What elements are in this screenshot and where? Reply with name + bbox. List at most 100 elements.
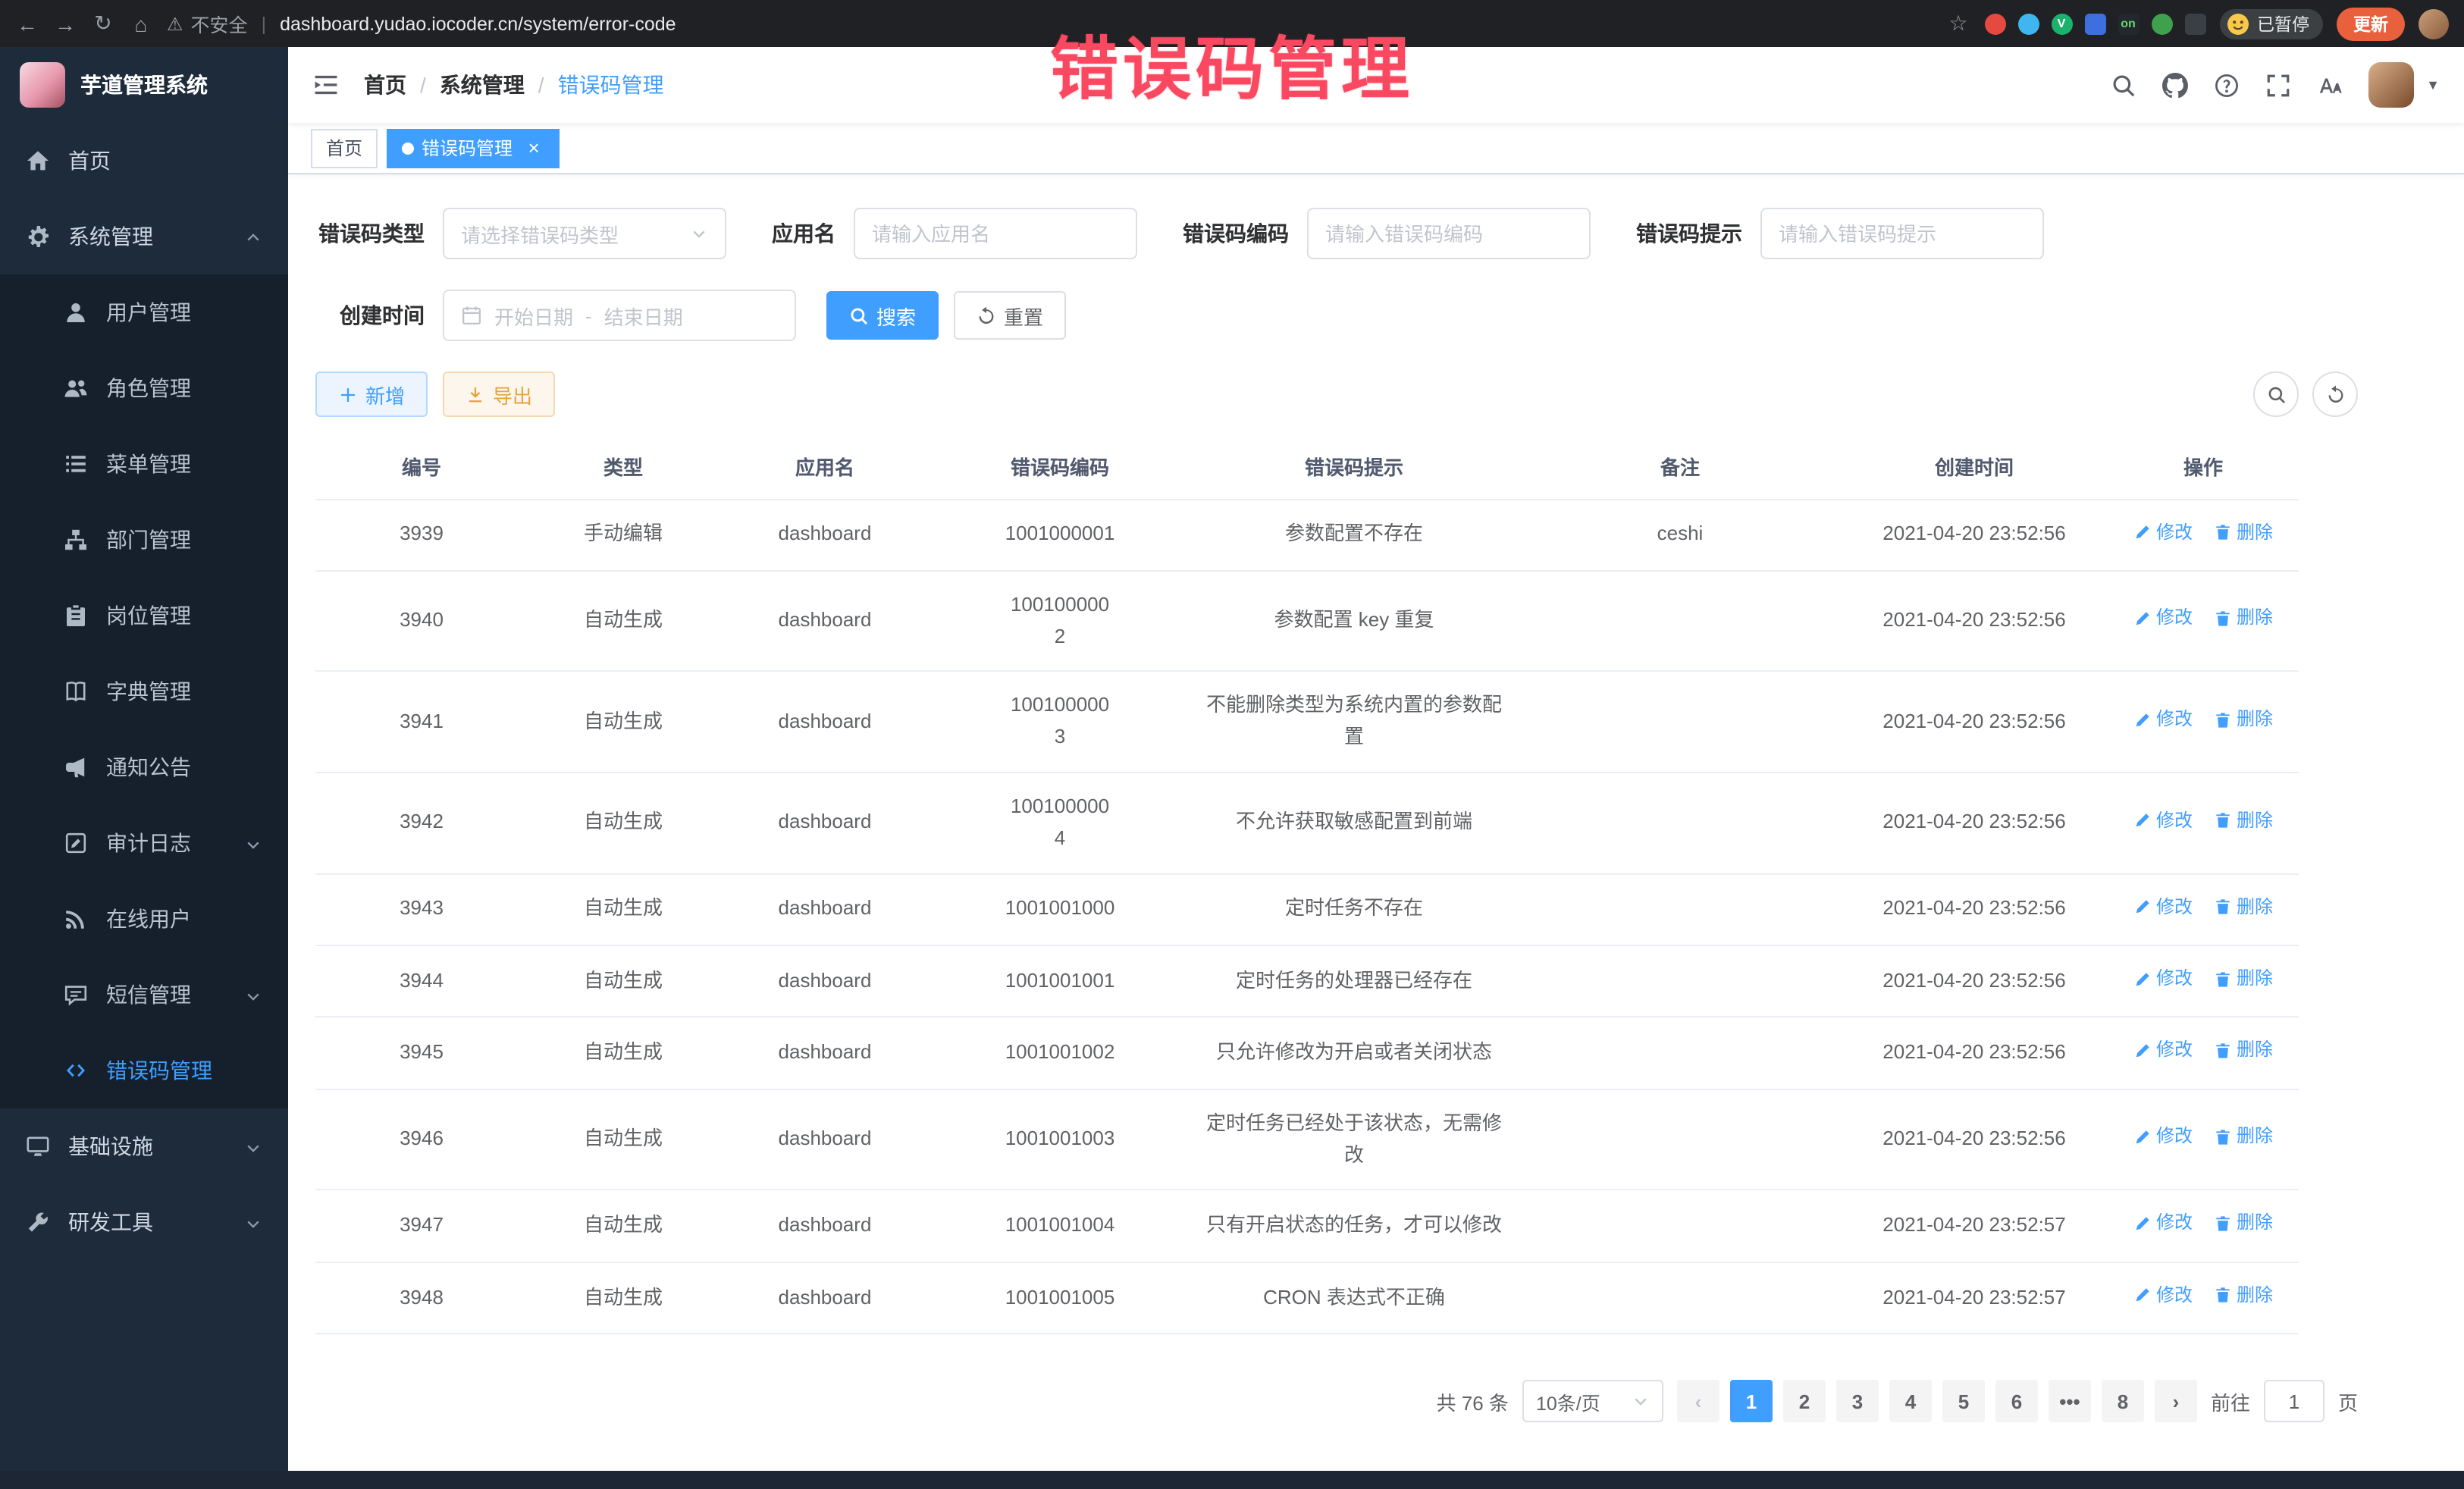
export-button[interactable]: 导出 (443, 371, 555, 417)
sidebar-item-notice[interactable]: 通知公告 (0, 729, 288, 805)
github-icon[interactable] (2162, 72, 2188, 98)
extension-green-v[interactable]: V (2051, 13, 2072, 34)
tab-首页[interactable]: 首页 (311, 128, 378, 168)
active-dot-icon (402, 142, 414, 154)
extension-grid[interactable] (2084, 13, 2105, 34)
toggle-search-button[interactable] (2253, 371, 2299, 417)
edit-link[interactable]: 修改 (2133, 806, 2193, 835)
delete-link[interactable]: 删除 (2214, 1123, 2273, 1152)
edit-link[interactable]: 修改 (2133, 705, 2193, 734)
browser-refresh-icon[interactable]: ↻ (91, 11, 115, 36)
sidebar-item-infra[interactable]: 基础设施 (0, 1108, 288, 1184)
column-header[interactable]: 操作 (2108, 435, 2299, 499)
column-header[interactable]: 类型 (528, 435, 719, 499)
edit-link[interactable]: 修改 (2133, 1281, 2193, 1310)
sidebar-item-menu[interactable]: 菜单管理 (0, 426, 288, 502)
badge-icon (64, 603, 88, 628)
extension-on-badge[interactable]: on (2118, 13, 2139, 34)
column-header[interactable]: 错误码提示 (1189, 435, 1519, 499)
browser-forward-icon[interactable]: → (53, 11, 77, 36)
delete-link[interactable]: 删除 (2214, 705, 2273, 734)
delete-link[interactable]: 删除 (2214, 1036, 2273, 1065)
extension-red[interactable] (1984, 13, 2005, 34)
app-logo[interactable]: 芋道管理系统 (0, 47, 288, 123)
bookmark-star-icon[interactable]: ☆ (1946, 11, 1970, 36)
app-name-input[interactable] (854, 208, 1137, 259)
delete-link[interactable]: 删除 (2214, 1209, 2273, 1238)
browser-profile-avatar[interactable] (2419, 8, 2449, 39)
edit-link[interactable]: 修改 (2133, 1123, 2193, 1152)
security-indicator[interactable]: ⚠ 不安全 (167, 9, 248, 38)
page-button-4[interactable]: 4 (1889, 1380, 1932, 1422)
column-header[interactable]: 错误码编码 (931, 435, 1189, 499)
browser-home-icon[interactable]: ⌂ (129, 11, 153, 36)
add-button[interactable]: 新增 (315, 371, 428, 417)
sidebar-item-online-user[interactable]: 在线用户 (0, 881, 288, 957)
paused-badge[interactable]: 已暂停 (2219, 8, 2323, 39)
delete-link[interactable]: 删除 (2214, 518, 2273, 547)
edit-link[interactable]: 修改 (2133, 604, 2193, 633)
sidebar-item-dept[interactable]: 部门管理 (0, 502, 288, 578)
help-icon[interactable] (2214, 72, 2240, 98)
delete-link[interactable]: 删除 (2214, 806, 2273, 835)
sidebar-item-dict[interactable]: 字典管理 (0, 654, 288, 729)
delete-link[interactable]: 删除 (2214, 1281, 2273, 1310)
refresh-table-button[interactable] (2312, 371, 2358, 417)
column-header[interactable]: 备注 (1519, 435, 1841, 499)
url-text[interactable]: dashboard.yudao.iocoder.cn/system/error-… (280, 13, 676, 34)
edit-link[interactable]: 修改 (2133, 892, 2193, 921)
close-icon[interactable]: × (523, 136, 544, 159)
edit-link[interactable]: 修改 (2133, 1209, 2193, 1238)
column-header[interactable]: 创建时间 (1841, 435, 2108, 499)
page-more-button[interactable]: ••• (2049, 1380, 2091, 1422)
extension-leaf[interactable] (2151, 13, 2172, 34)
extension-drop[interactable] (2017, 13, 2039, 34)
page-button-8[interactable]: 8 (2102, 1380, 2144, 1422)
edit-link[interactable]: 修改 (2133, 964, 2193, 993)
delete-link[interactable]: 删除 (2214, 604, 2273, 633)
delete-link[interactable]: 删除 (2214, 964, 2273, 993)
edit-link[interactable]: 修改 (2133, 1036, 2193, 1065)
goto-page-input[interactable] (2264, 1380, 2324, 1422)
column-header[interactable]: 应用名 (719, 435, 931, 499)
search-icon[interactable] (2111, 72, 2136, 98)
error-type-select[interactable]: 请选择错误码类型 (443, 208, 726, 259)
browser-back-icon[interactable]: ← (15, 11, 39, 36)
tab-错误码管理[interactable]: 错误码管理× (387, 128, 560, 168)
search-button[interactable]: 搜索 (826, 291, 939, 340)
font-size-icon[interactable] (2317, 72, 2343, 98)
sidebar-item-user[interactable]: 用户管理 (0, 274, 288, 350)
update-button[interactable]: 更新 (2337, 7, 2405, 40)
page-button-6[interactable]: 6 (1995, 1380, 2038, 1422)
fullscreen-icon[interactable] (2265, 72, 2291, 98)
next-page-button[interactable]: › (2155, 1380, 2197, 1422)
user-avatar[interactable] (2368, 62, 2414, 108)
error-code-input[interactable] (1307, 208, 1591, 259)
column-header[interactable]: 编号 (315, 435, 528, 499)
sidebar-item-system[interactable]: 系统管理 (0, 199, 288, 274)
sidebar-item-error-code[interactable]: 错误码管理 (0, 1033, 288, 1108)
sidebar-item-home[interactable]: 首页 (0, 123, 288, 199)
filter-row-1: 错误码类型 请选择错误码类型 应用名 错误码编码 (315, 208, 2358, 259)
page-button-5[interactable]: 5 (1942, 1380, 1985, 1422)
page-button-3[interactable]: 3 (1836, 1380, 1879, 1422)
error-msg-input[interactable] (1760, 208, 2044, 259)
prev-page-button[interactable]: ‹ (1677, 1380, 1719, 1422)
sidebar-item-post[interactable]: 岗位管理 (0, 578, 288, 654)
breadcrumb-home[interactable]: 首页 (364, 70, 406, 100)
reset-button[interactable]: 重置 (954, 291, 1066, 340)
delete-link[interactable]: 删除 (2214, 892, 2273, 921)
page-button-2[interactable]: 2 (1783, 1380, 1826, 1422)
page-button-1[interactable]: 1 (1730, 1380, 1773, 1422)
extension-puzzle[interactable] (2184, 13, 2205, 34)
sidebar-toggle-icon[interactable] (312, 71, 340, 99)
sidebar-item-devtool[interactable]: 研发工具 (0, 1184, 288, 1260)
date-range-input[interactable]: 开始日期 - 结束日期 (443, 290, 796, 341)
sidebar-item-sms[interactable]: 短信管理 (0, 957, 288, 1033)
page-size-select[interactable]: 10条/页 (1522, 1380, 1663, 1422)
breadcrumb-system[interactable]: 系统管理 (440, 70, 525, 100)
edit-link[interactable]: 修改 (2133, 518, 2193, 547)
sidebar-item-role[interactable]: 角色管理 (0, 350, 288, 426)
sidebar-item-audit-log[interactable]: 审计日志 (0, 805, 288, 881)
tabs-bar: 首页错误码管理× (288, 123, 2464, 174)
